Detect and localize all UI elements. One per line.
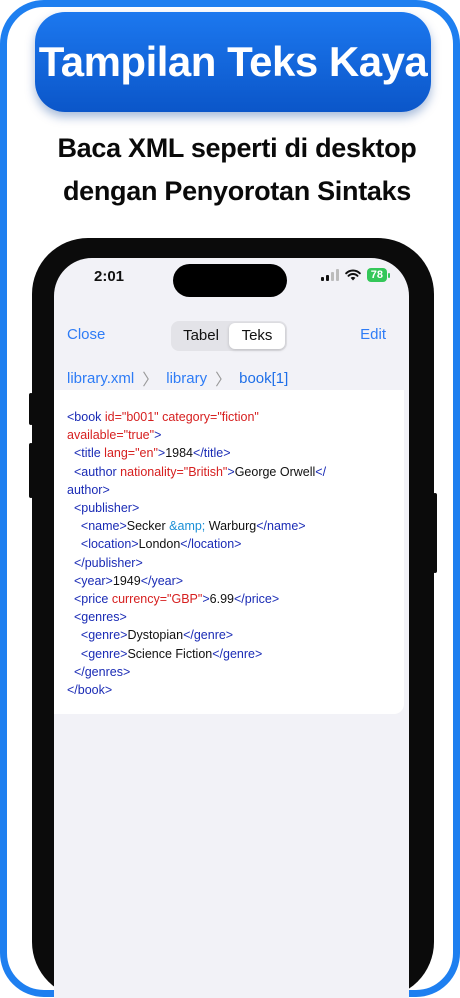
xml-tag: </title> xyxy=(193,446,231,461)
code-line: <genre>Dystopian</genre> xyxy=(67,626,326,644)
xml-tag: <name> xyxy=(67,519,127,534)
signal-icon xyxy=(320,269,339,281)
xml-text: 1949 xyxy=(112,573,141,588)
code-line: <genre>Science Fiction</genre> xyxy=(67,645,326,663)
code-line: <name>Secker &amp; Warburg</name> xyxy=(67,517,326,535)
xml-attribute: currency="GBP" xyxy=(111,592,203,607)
chevron-right-icon: 〉 xyxy=(142,372,159,389)
wifi-icon xyxy=(344,269,361,281)
xml-tag: </price> xyxy=(233,592,280,607)
xml-tag: > xyxy=(227,464,235,479)
status-time: 2:01 xyxy=(94,268,125,285)
xml-text: London xyxy=(138,537,181,552)
breadcrumb-item-file[interactable]: library.xml xyxy=(67,370,134,387)
xml-attribute: available="true" xyxy=(67,428,155,443)
code-line: <genres> xyxy=(67,608,326,626)
xml-text: George Orwell xyxy=(234,464,316,479)
xml-tag: > xyxy=(154,428,162,443)
side-button xyxy=(29,393,33,425)
xml-tag: <title xyxy=(67,446,105,461)
xml-text: 1984 xyxy=(165,446,194,461)
side-button xyxy=(433,493,437,573)
xml-tag: </year> xyxy=(140,573,184,588)
view-mode-segmented-control[interactable]: Tabel Teks xyxy=(171,321,287,351)
code-line: available="true"> xyxy=(67,426,326,444)
edit-button[interactable]: Edit xyxy=(360,326,386,343)
xml-tag: <year> xyxy=(67,573,113,588)
xml-text: Warburg xyxy=(205,519,257,534)
code-line: <year>1949</year> xyxy=(67,572,326,590)
code-line: <book id="b001" category="fiction" xyxy=(67,408,326,426)
xml-tag: <genres> xyxy=(67,610,127,625)
xml-tag: </genre> xyxy=(212,646,263,661)
xml-text-view[interactable]: <book id="b001" category="fiction" availa… xyxy=(54,390,404,714)
close-button[interactable]: Close xyxy=(67,326,105,343)
breadcrumb-item-current: book[1] xyxy=(239,369,289,387)
banner-title: Tampilan Teks Kaya xyxy=(38,38,428,85)
phone-mockup: 2:01 78 Close Tabel Teks Edit library.xm… xyxy=(29,238,437,998)
code-line: </book> xyxy=(67,681,326,699)
xml-entity: &amp; xyxy=(169,519,206,534)
xml-attribute: lang="en" xyxy=(104,446,158,461)
xml-tag: </ xyxy=(315,464,327,479)
dynamic-island xyxy=(173,264,287,297)
code-line: <location>London</location> xyxy=(67,535,326,553)
xml-tag: </genre> xyxy=(183,628,234,643)
status-icons: 78 xyxy=(320,268,391,282)
chevron-right-icon: 〉 xyxy=(215,372,232,389)
battery-icon: 78 xyxy=(366,268,391,282)
xml-text: Dystopian xyxy=(127,628,184,643)
empty-area xyxy=(54,728,409,998)
breadcrumb: library.xml 〉 library 〉 book[1] xyxy=(67,366,288,390)
code-line: <price currency="GBP">6.99</price> xyxy=(67,590,326,608)
xml-tag: <book xyxy=(67,410,105,424)
xml-tag: </book> xyxy=(67,683,113,698)
xml-tag: <location> xyxy=(67,537,139,552)
subtitle-line-1: Baca XML seperti di desktop xyxy=(57,133,417,163)
title-banner: Tampilan Teks Kaya xyxy=(35,12,431,112)
xml-tag: </location> xyxy=(180,537,242,552)
xml-tag: </publisher> xyxy=(67,555,143,570)
xml-attribute: nationality="British" xyxy=(120,464,228,479)
subtitle-line-2: dengan Penyorotan Sintaks xyxy=(62,176,412,206)
xml-tag: <price xyxy=(67,592,112,607)
xml-tag: <genre> xyxy=(67,646,128,661)
code-line: <publisher> xyxy=(67,499,326,517)
xml-tag: author> xyxy=(67,482,110,497)
breadcrumb-item-library[interactable]: library xyxy=(166,370,207,387)
code-line: </publisher> xyxy=(67,554,326,572)
nav-bar: Close Tabel Teks Edit xyxy=(54,318,409,352)
xml-tag: <genre> xyxy=(67,628,128,643)
segment-teks[interactable]: Teks xyxy=(229,323,285,349)
xml-tag: </name> xyxy=(256,519,306,534)
xml-tag: <author xyxy=(67,464,121,479)
xml-text: Science Fiction xyxy=(127,646,213,661)
phone-screen: 2:01 78 Close Tabel Teks Edit library.xm… xyxy=(54,258,409,998)
xml-text: Secker xyxy=(126,519,170,534)
xml-attribute: id="b001" category="fiction" xyxy=(104,410,259,424)
subtitle: Baca XML seperti di desktop dengan Penyo… xyxy=(7,127,453,213)
xml-code: <book id="b001" category="fiction" availa… xyxy=(67,408,326,699)
side-button xyxy=(29,443,33,498)
xml-tag: <publisher> xyxy=(67,501,140,516)
xml-tag: > xyxy=(202,592,210,607)
segment-tabel[interactable]: Tabel xyxy=(173,323,229,349)
xml-text: 6.99 xyxy=(209,592,234,607)
code-line: <title lang="en">1984</title> xyxy=(67,444,326,462)
code-line: </genres> xyxy=(67,663,326,681)
code-line: author> xyxy=(67,481,326,499)
code-line: <author nationality="British">George Orw… xyxy=(67,463,326,481)
xml-tag: </genres> xyxy=(67,664,131,679)
